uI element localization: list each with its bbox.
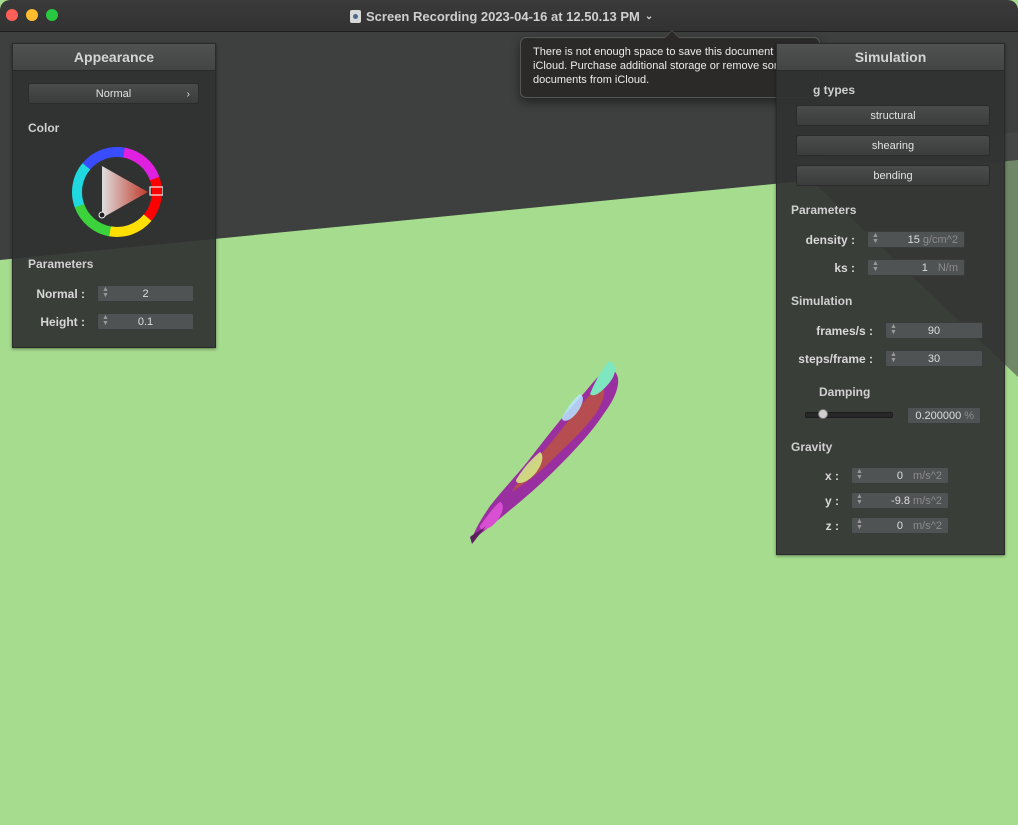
color-wheel[interactable]: [71, 146, 163, 238]
window-title-group[interactable]: Screen Recording 2023-04-16 at 12.50.13 …: [350, 7, 653, 25]
damping-value: 0.200000: [915, 410, 962, 422]
spring-types-label: g types: [813, 83, 856, 97]
density-field[interactable]: ▲ ▼ 15 g/cm^2: [867, 231, 965, 248]
appearance-panel-title[interactable]: Appearance: [13, 44, 215, 71]
sim-parameters-label: Parameters: [791, 203, 857, 217]
close-window-button[interactable]: [6, 9, 18, 21]
height-param-field[interactable]: ▲ ▼ 0.1: [97, 313, 194, 330]
density-value: 15: [907, 234, 920, 246]
height-param-label: Height :: [40, 315, 85, 329]
density-unit: g/cm^2: [922, 234, 958, 246]
damping-field[interactable]: 0.200000%: [907, 407, 981, 424]
frames-per-second-label: frames/s :: [816, 324, 873, 338]
gravity-y-unit: m/s^2: [913, 495, 942, 507]
steps-per-frame-field[interactable]: ▲ ▼ 30: [885, 350, 983, 367]
shearing-button[interactable]: shearing: [796, 135, 990, 156]
icloud-storage-tooltip: There is not enough space to save this d…: [520, 30, 820, 98]
stepper-icon[interactable]: ▲ ▼: [856, 468, 863, 481]
ks-label: ks :: [834, 261, 855, 275]
gravity-z-label: z :: [825, 519, 839, 533]
color-section-label: Color: [28, 121, 60, 135]
color-picker-handle[interactable]: [98, 211, 106, 219]
simulation-panel-title[interactable]: Simulation: [777, 44, 1004, 71]
bending-button[interactable]: bending: [796, 165, 990, 186]
gravity-z-value: 0: [896, 520, 903, 532]
shader-select-value: Normal: [95, 88, 132, 100]
shader-select[interactable]: Normal ›: [28, 83, 199, 104]
appearance-panel: Appearance Normal › Color Parameters Nor…: [12, 43, 216, 348]
gravity-y-value: -9.8: [891, 495, 910, 507]
simulation-section-label: Simulation: [791, 294, 853, 308]
steps-per-frame-label: steps/frame :: [798, 352, 873, 366]
ks-unit: N/m: [937, 262, 958, 274]
appearance-parameters-label: Parameters: [28, 257, 94, 271]
window-title: Screen Recording 2023-04-16 at 12.50.13 …: [366, 8, 640, 24]
normal-param-field[interactable]: ▲ ▼ 2: [97, 285, 194, 302]
maximize-window-button[interactable]: [46, 9, 58, 21]
ks-value: 1: [921, 262, 928, 274]
gravity-x-field[interactable]: ▲ ▼ 0 m/s^2: [851, 467, 949, 484]
stepper-icon[interactable]: ▲ ▼: [856, 518, 863, 531]
density-label: density :: [805, 233, 855, 247]
damping-unit: %: [964, 410, 974, 422]
chevron-right-icon: ›: [186, 89, 190, 100]
gravity-label: Gravity: [791, 440, 833, 454]
ks-field[interactable]: ▲ ▼ 1 N/m: [867, 259, 965, 276]
structural-button[interactable]: structural: [796, 105, 990, 126]
chevron-down-icon[interactable]: ⌄: [645, 11, 653, 22]
damping-slider-knob[interactable]: [818, 409, 828, 419]
gravity-y-field[interactable]: ▲ ▼ -9.8 m/s^2: [851, 492, 949, 509]
stepper-icon[interactable]: ▲ ▼: [872, 260, 879, 273]
stepper-icon[interactable]: ▲ ▼: [872, 232, 879, 245]
gravity-x-unit: m/s^2: [913, 470, 942, 482]
damping-label: Damping: [819, 385, 871, 399]
window-titlebar: Screen Recording 2023-04-16 at 12.50.13 …: [0, 0, 1018, 32]
gravity-x-value: 0: [896, 470, 903, 482]
frames-per-second-field[interactable]: ▲ ▼ 90: [885, 322, 983, 339]
gravity-z-field[interactable]: ▲ ▼ 0 m/s^2: [851, 517, 949, 534]
simulation-panel: Simulation g types structural shearing b…: [776, 43, 1005, 555]
minimize-window-button[interactable]: [26, 9, 38, 21]
normal-param-label: Normal :: [36, 287, 85, 301]
document-icon: [350, 9, 361, 23]
stepper-icon[interactable]: ▲ ▼: [856, 493, 863, 506]
gravity-z-unit: m/s^2: [913, 520, 942, 532]
simulation-panel-title-text: Simulation: [854, 49, 927, 65]
gravity-x-label: x :: [824, 469, 839, 483]
gravity-y-label: y :: [824, 494, 839, 508]
